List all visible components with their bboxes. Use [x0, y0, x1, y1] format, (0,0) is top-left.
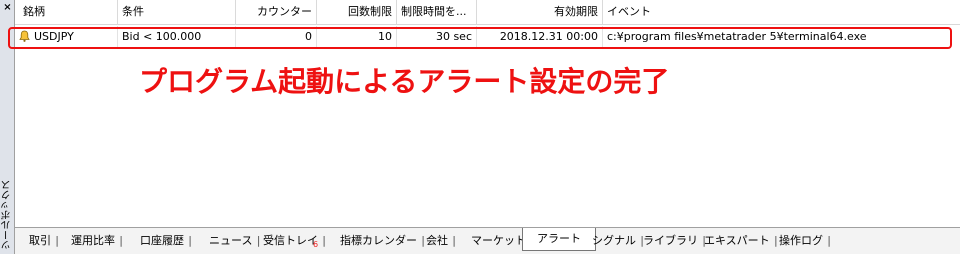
cell-symbol: USDJPY — [15, 26, 118, 48]
tab-news[interactable]: ニュース — [197, 231, 261, 251]
annotation-text: プログラム起動によるアラート設定の完了 — [139, 65, 670, 98]
column-header-symbol[interactable]: 銘柄 — [15, 0, 118, 24]
alerts-panel: 銘柄 条件 カウンター 回数制限 制限時間を... 有効期限 イベント USDJ… — [15, 0, 960, 228]
table-header: 銘柄 条件 カウンター 回数制限 制限時間を... 有効期限 イベント — [15, 0, 960, 25]
tab-journal[interactable]: 操作ログ — [767, 231, 831, 251]
close-icon[interactable]: × — [2, 2, 13, 13]
toolbox-title: ツールボックス — [2, 180, 13, 250]
toolbox-sidebar: × ツールボックス — [0, 0, 15, 254]
cell-limit: 10 — [317, 26, 397, 48]
mailbox-badge: 6 — [313, 240, 319, 249]
cell-event: c:¥program files¥metatrader 5¥terminal64… — [607, 30, 867, 43]
cell-counter: 0 — [236, 26, 317, 48]
column-header-event[interactable]: イベント — [603, 0, 960, 24]
column-header-timeout[interactable]: 制限時間を... — [397, 0, 477, 24]
tab-market[interactable]: マーケット — [459, 231, 534, 251]
tab-calendar[interactable]: 指標カレンダー — [328, 231, 425, 251]
column-header-expiration[interactable]: 有効期限 — [477, 0, 603, 24]
column-header-counter[interactable]: カウンター — [236, 0, 317, 24]
tab-exposure[interactable]: 運用比率 — [59, 231, 123, 251]
cell-timeout: 30 sec — [397, 26, 477, 48]
cell-expiration: 2018.12.31 00:00 — [477, 26, 603, 48]
table-row[interactable]: USDJPY Bid < 100.000 0 10 30 sec 2018.12… — [15, 26, 960, 48]
tab-library[interactable]: ライブラリ — [631, 231, 706, 251]
symbol-text: USDJPY — [34, 30, 74, 43]
column-header-limit[interactable]: 回数制限 — [317, 0, 397, 24]
column-header-condition[interactable]: 条件 — [118, 0, 236, 24]
cell-condition: Bid < 100.000 — [118, 26, 236, 48]
tab-company[interactable]: 会社 — [414, 231, 456, 251]
tab-experts[interactable]: エキスパート — [692, 231, 777, 251]
bell-icon — [19, 30, 30, 42]
tab-trade[interactable]: 取引 — [17, 231, 59, 251]
tabs-bar: 取引 運用比率 口座履歴 ニュース 受信トレイ 6 指標カレンダー 会社 マーケ… — [15, 228, 960, 254]
tab-history[interactable]: 口座履歴 — [128, 231, 192, 251]
tab-signals[interactable]: シグナル — [580, 231, 644, 251]
tab-mailbox[interactable]: 受信トレイ — [251, 231, 326, 251]
